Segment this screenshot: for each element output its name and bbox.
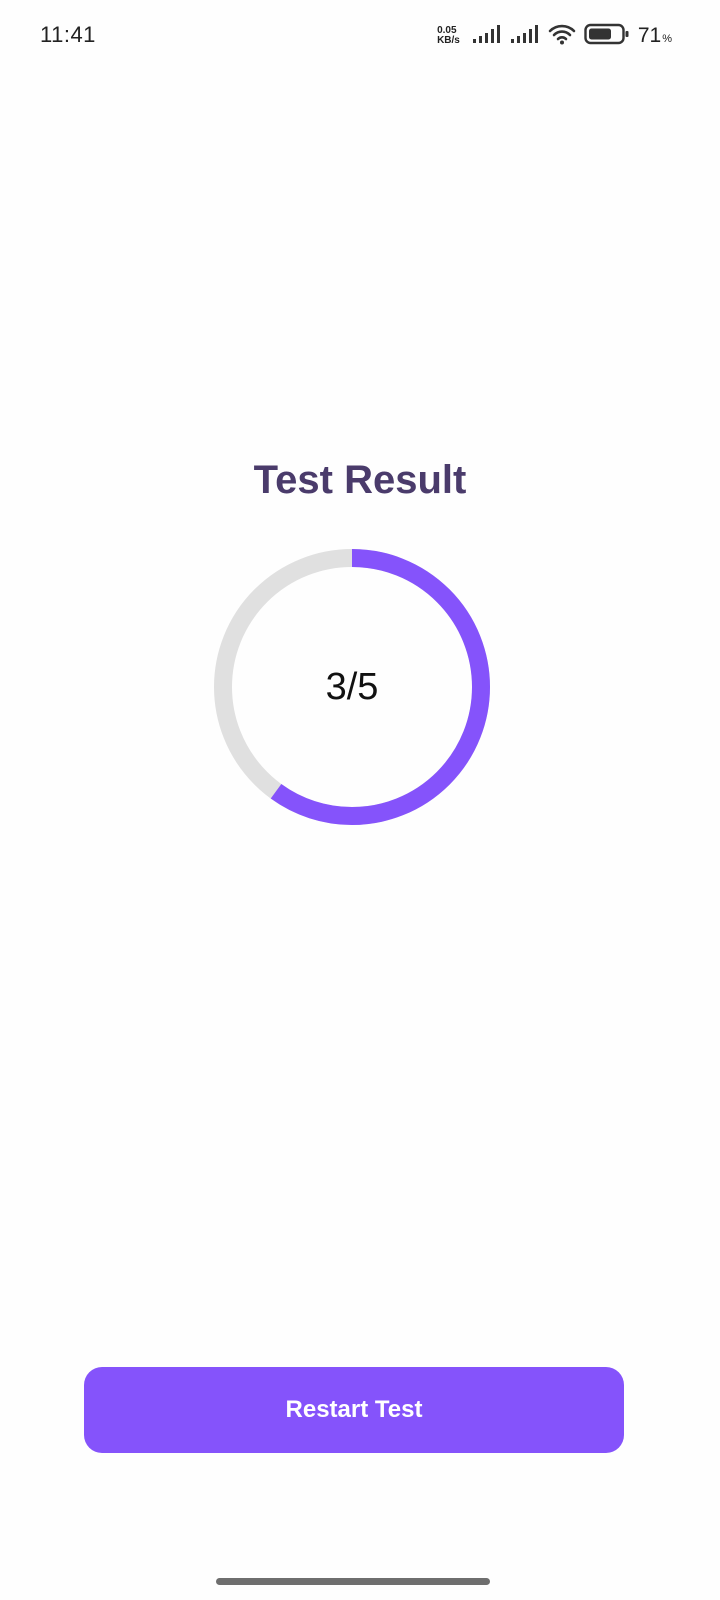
status-bar: 11:41 0.05 KB/s 71 % <box>0 0 720 72</box>
signal-icon <box>472 24 502 49</box>
status-time: 11:41 <box>40 22 96 47</box>
battery-percent-value: 71 <box>637 24 662 47</box>
signal-icon <box>510 24 540 49</box>
score-progress-ring: 3/5 <box>213 548 491 826</box>
home-indicator[interactable] <box>216 1578 490 1585</box>
score-label: 3/5 <box>325 665 379 708</box>
page-title: Test Result <box>253 458 467 502</box>
battery-percent: 71% <box>638 24 672 48</box>
battery-icon <box>584 23 630 50</box>
restart-test-button[interactable]: Restart Test <box>84 1367 624 1453</box>
network-speed-unit: KB/s <box>437 35 460 46</box>
wifi-icon <box>548 23 576 50</box>
battery-percent-sign: % <box>662 33 672 45</box>
status-icons: 0.05 KB/s 71 % <box>437 20 672 52</box>
network-speed: 0.05 KB/s <box>437 26 460 46</box>
